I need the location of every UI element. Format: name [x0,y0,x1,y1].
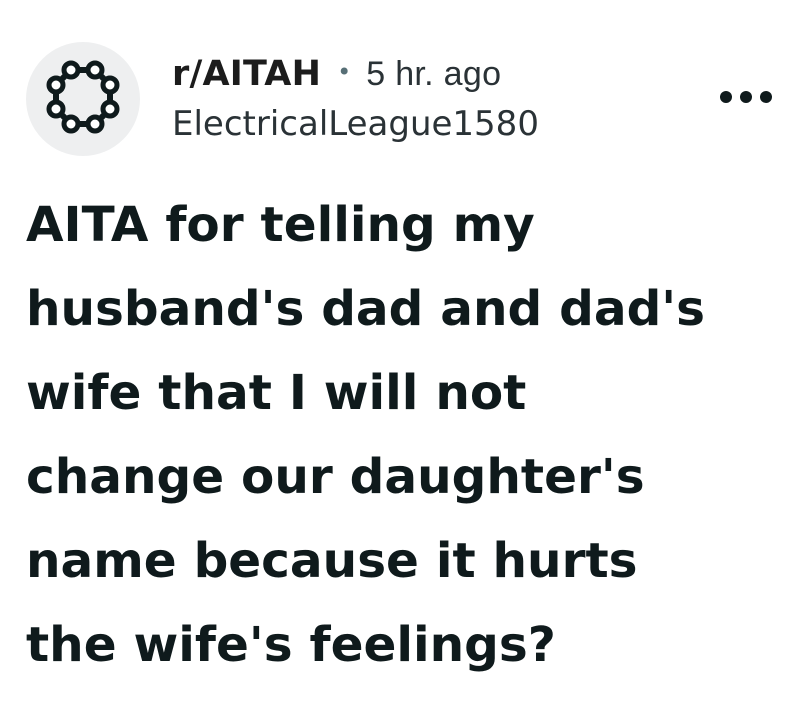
post-title-line: change our daughter's [26,449,645,505]
post-timestamp: 5 hr. ago [366,54,502,93]
more-options-button[interactable] [716,78,776,118]
author-link[interactable]: ElectricalLeague1580 [172,104,539,144]
post-title-line: AITA for telling my [26,197,535,253]
post-title-line: name because it hurts [26,533,638,589]
post-meta-top: r/AITAH • 5 hr. ago [172,50,539,98]
post-header: r/AITAH • 5 hr. ago ElectricalLeague1580 [0,0,800,170]
subreddit-avatar[interactable] [26,42,140,156]
subreddit-community-icon [41,55,125,143]
meta-separator: • [337,58,352,86]
more-options-icon [719,89,773,108]
post-title[interactable]: AITA for telling my husband's dad and da… [26,183,786,687]
post-title-line: wife that I will not [26,365,527,421]
post-title-line: husband's dad and dad's [26,281,705,337]
post-meta: r/AITAH • 5 hr. ago ElectricalLeague1580 [172,50,539,144]
subreddit-link[interactable]: r/AITAH [172,54,321,94]
post-title-line: the wife's feelings? [26,617,556,673]
